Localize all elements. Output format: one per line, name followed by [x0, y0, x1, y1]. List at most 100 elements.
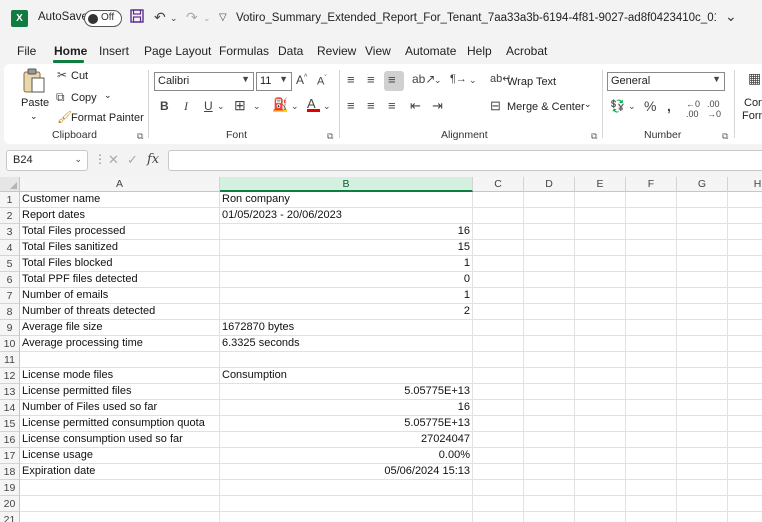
middle-align-icon[interactable]: ≡ [367, 72, 375, 87]
copy-dropdown-icon[interactable]: ⌄ [104, 90, 112, 101]
undo-dropdown-icon[interactable]: ⌄ [170, 13, 178, 24]
cell-e6[interactable] [575, 272, 626, 288]
alignment-launcher-icon[interactable]: ⧉ [591, 131, 597, 142]
cell-f11[interactable] [626, 352, 677, 368]
cell-g5[interactable] [677, 256, 728, 272]
cell-d20[interactable] [524, 496, 575, 512]
row-header[interactable]: 16 [0, 432, 20, 448]
cell-a3[interactable]: Total Files processed [20, 224, 220, 240]
cell-b20[interactable] [220, 496, 473, 512]
row-header[interactable]: 5 [0, 256, 20, 272]
cell-a9[interactable]: Average file size [20, 320, 220, 336]
cell-f13[interactable] [626, 384, 677, 400]
cell-g20[interactable] [677, 496, 728, 512]
tab-help[interactable]: Help [467, 44, 492, 58]
format-painter-button[interactable]: Format Painter [71, 112, 144, 124]
cell-d3[interactable] [524, 224, 575, 240]
decrease-indent-icon[interactable]: ⇤ [410, 98, 421, 114]
column-header-a[interactable]: A [20, 177, 220, 192]
cell-f7[interactable] [626, 288, 677, 304]
top-align-icon[interactable]: ≡ [347, 72, 355, 87]
cell-h16[interactable] [728, 432, 762, 448]
name-box[interactable]: B24 ⌄ [6, 150, 88, 171]
cell-a19[interactable] [20, 480, 220, 496]
cell-a15[interactable]: License permitted consumption quota [20, 416, 220, 432]
cell-h18[interactable] [728, 464, 762, 480]
row-header[interactable]: 3 [0, 224, 20, 240]
cell-d14[interactable] [524, 400, 575, 416]
cell-d18[interactable] [524, 464, 575, 480]
cell-f17[interactable] [626, 448, 677, 464]
cell-e12[interactable] [575, 368, 626, 384]
cell-b21[interactable] [220, 512, 473, 522]
cell-e17[interactable] [575, 448, 626, 464]
cell-g18[interactable] [677, 464, 728, 480]
row-header[interactable]: 6 [0, 272, 20, 288]
cell-d7[interactable] [524, 288, 575, 304]
paste-dropdown-icon[interactable]: ⌄ [30, 111, 38, 122]
cell-c9[interactable] [473, 320, 524, 336]
cell-b13[interactable]: 5.05775E+13 [220, 384, 473, 400]
cell-c3[interactable] [473, 224, 524, 240]
row-header[interactable]: 12 [0, 368, 20, 384]
merge-center-button[interactable]: Merge & Center [507, 101, 585, 113]
column-header-b[interactable]: B [220, 177, 473, 192]
cell-f18[interactable] [626, 464, 677, 480]
cell-f19[interactable] [626, 480, 677, 496]
align-right-icon[interactable]: ≡ [388, 98, 396, 113]
cell-c14[interactable] [473, 400, 524, 416]
cell-f21[interactable] [626, 512, 677, 522]
cell-h9[interactable] [728, 320, 762, 336]
cell-b1[interactable]: Ron company [220, 192, 473, 208]
percent-style-icon[interactable]: % [644, 98, 656, 114]
column-header-c[interactable]: C [473, 177, 524, 192]
column-header-g[interactable]: G [677, 177, 728, 192]
cell-f15[interactable] [626, 416, 677, 432]
tab-acrobat[interactable]: Acrobat [506, 44, 547, 58]
accounting-format-icon[interactable]: 💱 [610, 99, 625, 113]
cell-c4[interactable] [473, 240, 524, 256]
tab-automate[interactable]: Automate [405, 44, 456, 58]
cell-b3[interactable]: 16 [220, 224, 473, 240]
cell-b9[interactable]: 1672870 bytes [220, 320, 473, 336]
cell-c11[interactable] [473, 352, 524, 368]
cell-b5[interactable]: 1 [220, 256, 473, 272]
tab-formulas[interactable]: Formulas [219, 44, 269, 58]
cut-icon[interactable]: ✂ [57, 68, 67, 82]
row-header[interactable]: 7 [0, 288, 20, 304]
tab-review[interactable]: Review [317, 44, 356, 58]
conditional-formatting-icon[interactable]: ▦ [748, 70, 761, 87]
cell-d10[interactable] [524, 336, 575, 352]
cell-f12[interactable] [626, 368, 677, 384]
decrease-font-size-icon[interactable]: Aˇ [317, 75, 327, 88]
conditional-formatting-label-bottom[interactable]: Form [742, 110, 762, 122]
column-header-h[interactable]: H [728, 177, 762, 192]
comma-style-icon[interactable]: , [667, 98, 671, 114]
cell-d16[interactable] [524, 432, 575, 448]
cell-h8[interactable] [728, 304, 762, 320]
cell-d15[interactable] [524, 416, 575, 432]
cell-c15[interactable] [473, 416, 524, 432]
cell-e18[interactable] [575, 464, 626, 480]
cell-g17[interactable] [677, 448, 728, 464]
tab-insert[interactable]: Insert [99, 44, 129, 58]
row-header[interactable]: 15 [0, 416, 20, 432]
cell-d5[interactable] [524, 256, 575, 272]
cell-f4[interactable] [626, 240, 677, 256]
row-header[interactable]: 11 [0, 352, 20, 368]
undo-icon[interactable]: ↶ [154, 9, 166, 26]
cell-c17[interactable] [473, 448, 524, 464]
cell-a8[interactable]: Number of threats detected [20, 304, 220, 320]
cell-h21[interactable] [728, 512, 762, 522]
cell-g14[interactable] [677, 400, 728, 416]
cell-e19[interactable] [575, 480, 626, 496]
cell-e5[interactable] [575, 256, 626, 272]
row-header[interactable]: 14 [0, 400, 20, 416]
cell-e13[interactable] [575, 384, 626, 400]
cell-e2[interactable] [575, 208, 626, 224]
cell-d12[interactable] [524, 368, 575, 384]
cell-f6[interactable] [626, 272, 677, 288]
conditional-formatting-label-top[interactable]: Con [744, 97, 762, 109]
clipboard-launcher-icon[interactable]: ⧉ [137, 131, 143, 142]
number-format-combo[interactable]: General ▼ [607, 72, 725, 91]
